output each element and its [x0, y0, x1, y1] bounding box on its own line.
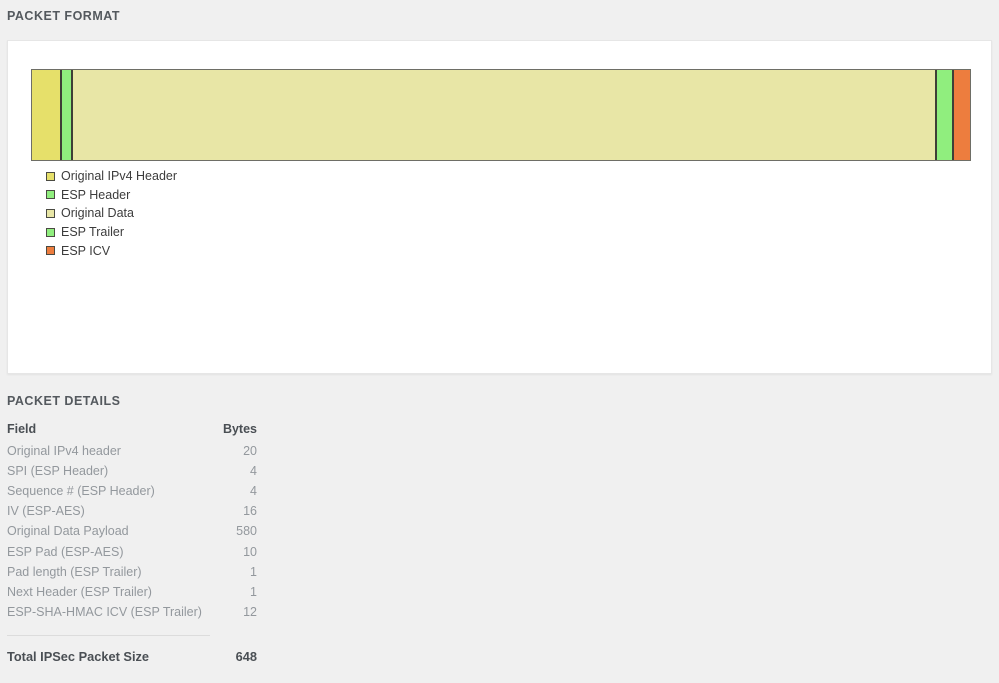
- table-row: Next Header (ESP Trailer) 1: [7, 582, 257, 602]
- total-bytes: 648: [235, 649, 257, 664]
- cell-bytes: 16: [243, 504, 257, 519]
- cell-bytes: 12: [243, 605, 257, 620]
- packet-format-legend: Original IPv4 Header ESP Header Original D…: [46, 167, 177, 260]
- packet-details-heading: PACKET DETAILS: [7, 394, 121, 408]
- legend-item[interactable]: ESP Trailer: [46, 223, 177, 242]
- legend-swatch-icon: [46, 190, 55, 200]
- cell-bytes: 4: [250, 463, 257, 478]
- cell-field: ESP-SHA-HMAC ICV (ESP Trailer): [7, 605, 202, 620]
- table-row: ESP Pad (ESP-AES) 10: [7, 542, 257, 562]
- packet-details-table-wrapper: Field Bytes Original IPv4 header 20 SPI (E…: [7, 422, 257, 623]
- cell-field: Pad length (ESP Trailer): [7, 564, 142, 579]
- packet-details-table: Field Bytes Original IPv4 header 20 SPI (E…: [7, 422, 257, 623]
- table-row: SPI (ESP Header) 4: [7, 461, 257, 481]
- legend-swatch-icon: [46, 227, 55, 237]
- cell-field: Next Header (ESP Trailer): [7, 584, 152, 599]
- cell-bytes: 4: [250, 483, 257, 498]
- cell-bytes: 20: [243, 443, 257, 458]
- legend-item-label: ESP Trailer: [61, 225, 124, 240]
- packet-segment-esp-icv: [952, 70, 970, 160]
- legend-item-label: ESP Header: [61, 187, 131, 202]
- packet-details-body: Original IPv4 header 20 SPI (ESP Header) 4 S…: [7, 441, 257, 623]
- packet-format-bar: [31, 69, 971, 161]
- total-divider: [7, 635, 210, 636]
- cell-bytes: 580: [236, 524, 257, 539]
- total-row: Total IPSec Packet Size 648: [7, 649, 257, 664]
- cell-field: Original Data Payload: [7, 524, 129, 539]
- legend-item[interactable]: Original Data: [46, 204, 177, 223]
- total-label: Total IPSec Packet Size: [7, 649, 150, 664]
- cell-field: Sequence # (ESP Header): [7, 483, 155, 498]
- legend-item-label: ESP ICV: [61, 243, 111, 258]
- cell-field: SPI (ESP Header): [7, 463, 109, 478]
- table-row: Original IPv4 header 20: [7, 441, 257, 461]
- legend-swatch-icon: [46, 171, 55, 181]
- table-row: Original Data Payload 580: [7, 522, 257, 542]
- cell-field: ESP Pad (ESP-AES): [7, 544, 124, 559]
- legend-item[interactable]: ESP ICV: [46, 241, 177, 260]
- table-row: Pad length (ESP Trailer) 1: [7, 562, 257, 582]
- table-row: Sequence # (ESP Header) 4: [7, 481, 257, 501]
- cell-bytes: 1: [250, 564, 257, 579]
- cell-field: Original IPv4 header: [7, 443, 121, 458]
- legend-item[interactable]: ESP Header: [46, 186, 177, 205]
- packet-segment-original-ipv4-header: [32, 70, 61, 160]
- legend-item[interactable]: Original IPv4 Header: [46, 167, 177, 186]
- legend-swatch-icon: [46, 246, 55, 256]
- column-header-bytes: Bytes: [222, 422, 257, 436]
- packet-format-heading: PACKET FORMAT: [7, 9, 120, 23]
- legend-item-label: Original IPv4 Header: [61, 169, 178, 184]
- packet-segment-original-data: [71, 70, 936, 160]
- table-row: ESP-SHA-HMAC ICV (ESP Trailer) 12: [7, 603, 257, 623]
- cell-bytes: 10: [243, 544, 257, 559]
- legend-swatch-icon: [46, 208, 55, 218]
- legend-item-label: Original Data: [61, 206, 134, 221]
- cell-bytes: 1: [250, 584, 257, 599]
- column-header-field: Field: [7, 422, 37, 436]
- table-header-row: Field Bytes: [7, 422, 257, 441]
- packet-segment-esp-trailer: [935, 70, 953, 160]
- cell-field: IV (ESP-AES): [7, 504, 85, 519]
- packet-format-card: Original IPv4 Header ESP Header Original D…: [7, 40, 992, 374]
- table-row: IV (ESP-AES) 16: [7, 502, 257, 522]
- packet-segment-esp-header: [60, 70, 72, 160]
